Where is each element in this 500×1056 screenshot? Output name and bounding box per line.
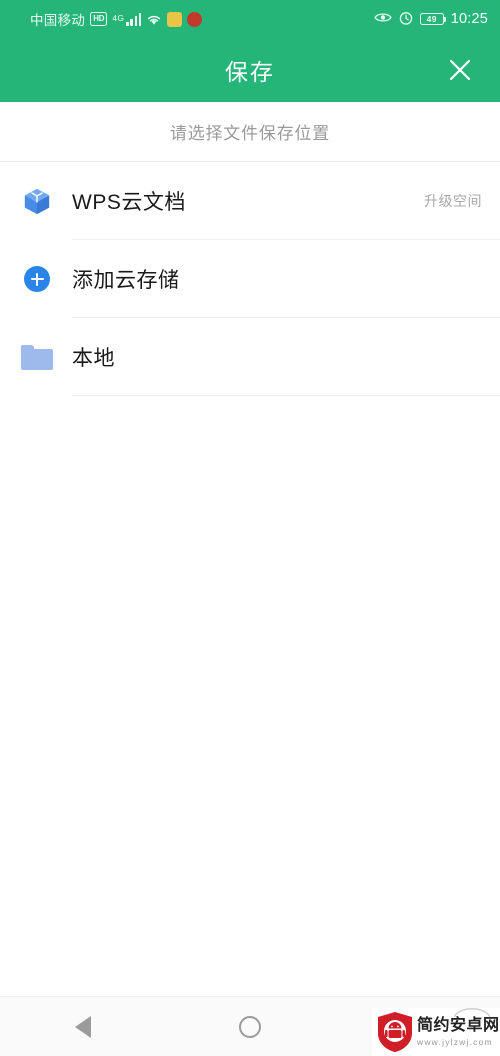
nav-back-button[interactable] (43, 997, 123, 1056)
subtitle-section: 请选择文件保存位置 (0, 102, 500, 162)
shield-android-logo-icon (378, 1012, 412, 1052)
network-type-label: 4G (112, 13, 125, 23)
battery-level-label: 49 (426, 13, 437, 24)
list-item-local[interactable]: 本地 (0, 318, 500, 396)
status-bar-right: 49 10:25 (373, 11, 488, 28)
list-item-label: 本地 (72, 347, 115, 370)
watermark-title: 简约安卓网 (417, 1017, 500, 1035)
folder-icon (18, 344, 56, 370)
nav-home-button[interactable] (210, 997, 290, 1056)
signal-bars-icon (126, 12, 142, 26)
storage-location-list: WPS云文档 升级空间 添加云存储 本地 (0, 162, 500, 396)
phone-screen: 中国移动 HD 4G 49 10:25 保存 请选择文件保存位置 WPS云文档 … (0, 0, 500, 1056)
eye-icon (373, 11, 392, 27)
back-triangle-icon (75, 1015, 92, 1038)
app-badge-yellow-icon (167, 11, 183, 27)
plus-circle-icon (18, 266, 56, 292)
home-circle-icon (238, 1015, 261, 1038)
list-item-add-cloud-storage[interactable]: 添加云存储 (0, 240, 500, 318)
status-bar-left: 中国移动 HD 4G (30, 9, 203, 29)
cube-icon (18, 186, 56, 216)
watermark-text: 简约安卓网 www.jylzwj.com (417, 1017, 500, 1047)
upgrade-space-link[interactable]: 升级空间 (424, 191, 482, 211)
watermark: 简约安卓网 www.jylzwj.com (372, 1008, 500, 1056)
page-title: 保存 (225, 59, 275, 85)
list-item-label: 添加云存储 (72, 269, 180, 292)
wifi-icon (146, 13, 162, 26)
app-badge-red-icon (187, 11, 203, 27)
subtitle-label: 请选择文件保存位置 (169, 124, 331, 143)
list-divider (72, 395, 500, 396)
watermark-arc-decoration (453, 1008, 491, 1018)
app-bar: 保存 (0, 38, 500, 102)
list-item-label: WPS云文档 (72, 191, 186, 214)
battery-icon: 49 (419, 12, 447, 26)
close-icon (449, 59, 471, 81)
alarm-clock-icon (399, 11, 413, 28)
carrier-label: 中国移动 (30, 13, 86, 28)
empty-content-area (0, 396, 500, 992)
status-bar: 中国移动 HD 4G 49 10:25 (0, 0, 500, 38)
close-button[interactable] (438, 48, 482, 92)
clock-label: 10:25 (450, 11, 488, 27)
hd-badge: HD (90, 12, 108, 26)
list-item-wps-cloud[interactable]: WPS云文档 升级空间 (0, 162, 500, 240)
watermark-url: www.jylzwj.com (417, 1036, 493, 1047)
